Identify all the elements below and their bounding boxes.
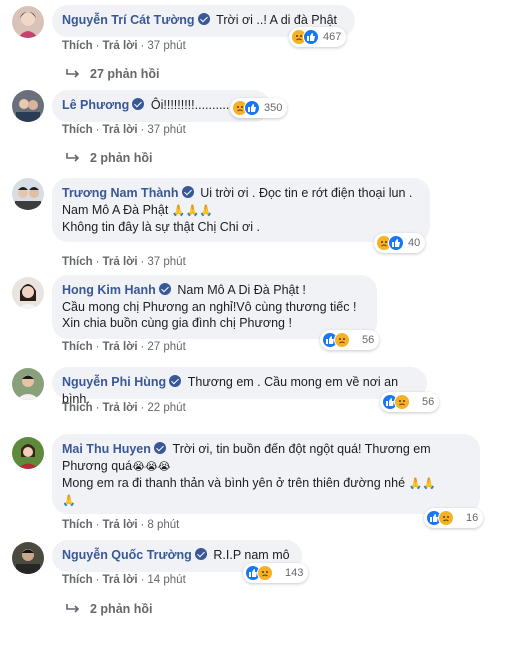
timestamp[interactable]: 22 phút bbox=[147, 402, 185, 414]
reply-link[interactable]: Trả lời bbox=[103, 574, 138, 586]
timestamp[interactable]: 27 phút bbox=[147, 341, 185, 353]
folded-hands-emoji: 🙏🙏🙏 bbox=[171, 204, 213, 217]
verified-badge-icon bbox=[158, 283, 171, 295]
sad-reaction-icon bbox=[438, 510, 454, 526]
avatar[interactable] bbox=[12, 277, 44, 309]
comment-text: Ôi!!!!!!!!!.......... bbox=[150, 98, 230, 112]
comment-bubble: Trương Nam Thành Ui trời ơi . Đọc tin e … bbox=[52, 178, 430, 242]
author-name[interactable]: Lê Phương bbox=[62, 98, 129, 112]
comment-text: Không tin đây là sự thật Chị Chi ơi . bbox=[62, 220, 260, 234]
author-name[interactable]: Nguyễn Trí Cát Tường bbox=[62, 13, 195, 27]
reaction-summary[interactable]: 56 bbox=[320, 330, 380, 350]
verified-badge-icon bbox=[194, 548, 207, 560]
comment-text: Phương quá bbox=[62, 458, 133, 473]
reaction-count: 467 bbox=[323, 31, 342, 43]
author-name[interactable]: Hong Kim Hanh bbox=[62, 283, 156, 297]
verified-badge-icon bbox=[181, 186, 194, 198]
like-link[interactable]: Thích bbox=[62, 256, 93, 268]
like-link[interactable]: Thích bbox=[62, 519, 93, 531]
author-name[interactable]: Trương Nam Thành bbox=[62, 186, 179, 200]
reply-arrow-icon bbox=[66, 69, 80, 78]
comment-actions: Thích · Trả lời · 37 phút bbox=[62, 256, 186, 268]
comment-text: Xin chia buồn cùng gia đình chị Phương ! bbox=[62, 316, 292, 330]
sad-reaction-icon bbox=[257, 565, 273, 581]
avatar[interactable] bbox=[12, 542, 44, 574]
like-link[interactable]: Thích bbox=[62, 402, 93, 414]
avatar[interactable] bbox=[12, 90, 44, 122]
comment-text: R.I.P nam mô bbox=[213, 548, 290, 562]
comment-text: Ui trời ơi . Đọc tin e rớt điện thoại lu… bbox=[200, 186, 413, 200]
comment-text: Nam Mô A Đà Phật bbox=[62, 202, 169, 217]
like-reaction-icon bbox=[244, 100, 260, 116]
comment-text: Trời ơi ..! A di đà Phật bbox=[216, 13, 337, 27]
reaction-count: 40 bbox=[408, 237, 421, 249]
view-replies-link[interactable]: 2 phản hồi bbox=[66, 602, 153, 616]
like-link[interactable]: Thích bbox=[62, 341, 93, 353]
like-link[interactable]: Thích bbox=[62, 40, 93, 52]
verified-badge-icon bbox=[153, 442, 166, 454]
reply-link[interactable]: Trả lời bbox=[103, 40, 138, 52]
view-replies-link[interactable]: 27 phản hồi bbox=[66, 67, 159, 81]
reply-arrow-icon bbox=[66, 604, 80, 613]
timestamp[interactable]: 37 phút bbox=[147, 256, 185, 268]
reaction-summary[interactable]: 40 bbox=[374, 233, 426, 253]
timestamp[interactable]: 14 phút bbox=[147, 574, 185, 586]
reaction-count: 56 bbox=[362, 334, 375, 346]
verified-badge-icon bbox=[132, 98, 145, 110]
reaction-summary[interactable]: 467 bbox=[289, 27, 347, 47]
comment-text: Nam Mô A Di Đà Phật ! bbox=[177, 283, 306, 297]
reply-link[interactable]: Trả lời bbox=[103, 402, 138, 414]
avatar[interactable] bbox=[12, 368, 44, 400]
comment-text: Mong em ra đi thanh thản và bình yên ở t… bbox=[62, 476, 406, 490]
reaction-count: 143 bbox=[285, 567, 304, 579]
reaction-summary[interactable]: 56 bbox=[380, 392, 440, 412]
comment-actions: Thích · Trả lời · 27 phút bbox=[62, 341, 186, 353]
timestamp[interactable]: 37 phút bbox=[147, 124, 185, 136]
folded-hands-emoji: 🙏🙏 bbox=[408, 478, 436, 490]
like-link[interactable]: Thích bbox=[62, 574, 93, 586]
avatar[interactable] bbox=[12, 6, 44, 38]
author-name[interactable]: Nguyễn Quốc Trường bbox=[62, 548, 192, 562]
comment-actions: Thích · Trả lời · 8 phút bbox=[62, 519, 180, 531]
comment-text: Cầu mong chị Phương an nghỉ!Vô cùng thươ… bbox=[62, 299, 357, 314]
reply-link[interactable]: Trả lời bbox=[103, 519, 138, 531]
sad-reaction-icon bbox=[394, 394, 410, 410]
comment-bubble: Nguyễn Phi Hùng Thương em . Cầu mong em … bbox=[52, 367, 427, 406]
like-reaction-icon bbox=[388, 235, 404, 251]
reply-link[interactable]: Trả lời bbox=[103, 341, 138, 353]
avatar[interactable] bbox=[12, 437, 44, 469]
reaction-summary[interactable]: 143 bbox=[243, 563, 309, 583]
reply-link[interactable]: Trả lời bbox=[103, 256, 138, 268]
reaction-summary[interactable]: 350 bbox=[230, 98, 288, 118]
avatar[interactable] bbox=[12, 178, 44, 210]
reaction-count: 56 bbox=[422, 396, 435, 408]
sad-reaction-icon bbox=[334, 332, 350, 348]
timestamp[interactable]: 8 phút bbox=[147, 519, 179, 531]
comment-actions: Thích · Trả lời · 37 phút bbox=[62, 40, 186, 52]
reply-link[interactable]: Trả lời bbox=[103, 124, 138, 136]
folded-hands-emoji: 🙏 bbox=[62, 494, 76, 507]
view-replies-link[interactable]: 2 phản hồi bbox=[66, 151, 153, 165]
comment-text: Trời ơi, tin buồn đến đột ngột quá! Thươ… bbox=[172, 442, 431, 456]
comment-actions: Thích · Trả lời · 14 phút bbox=[62, 574, 186, 586]
reply-arrow-icon bbox=[66, 153, 80, 162]
reaction-count: 350 bbox=[264, 102, 283, 114]
verified-badge-icon bbox=[169, 375, 182, 387]
reaction-summary[interactable]: 16 bbox=[424, 508, 484, 528]
comment-actions: Thích · Trả lời · 37 phút bbox=[62, 124, 186, 136]
like-reaction-icon bbox=[303, 29, 319, 45]
like-link[interactable]: Thích bbox=[62, 124, 93, 136]
author-name[interactable]: Nguyễn Phi Hùng bbox=[62, 375, 166, 389]
verified-badge-icon bbox=[197, 13, 210, 25]
comment-bubble: Mai Thu Huyen Trời ơi, tin buồn đến đột … bbox=[52, 434, 480, 514]
timestamp[interactable]: 37 phút bbox=[147, 40, 185, 52]
crying-face-emoji: 😭😭😭 bbox=[132, 460, 171, 473]
author-name[interactable]: Mai Thu Huyen bbox=[62, 442, 151, 456]
reaction-count: 16 bbox=[466, 512, 479, 524]
comment-actions: Thích · Trả lời · 22 phút bbox=[62, 402, 186, 414]
